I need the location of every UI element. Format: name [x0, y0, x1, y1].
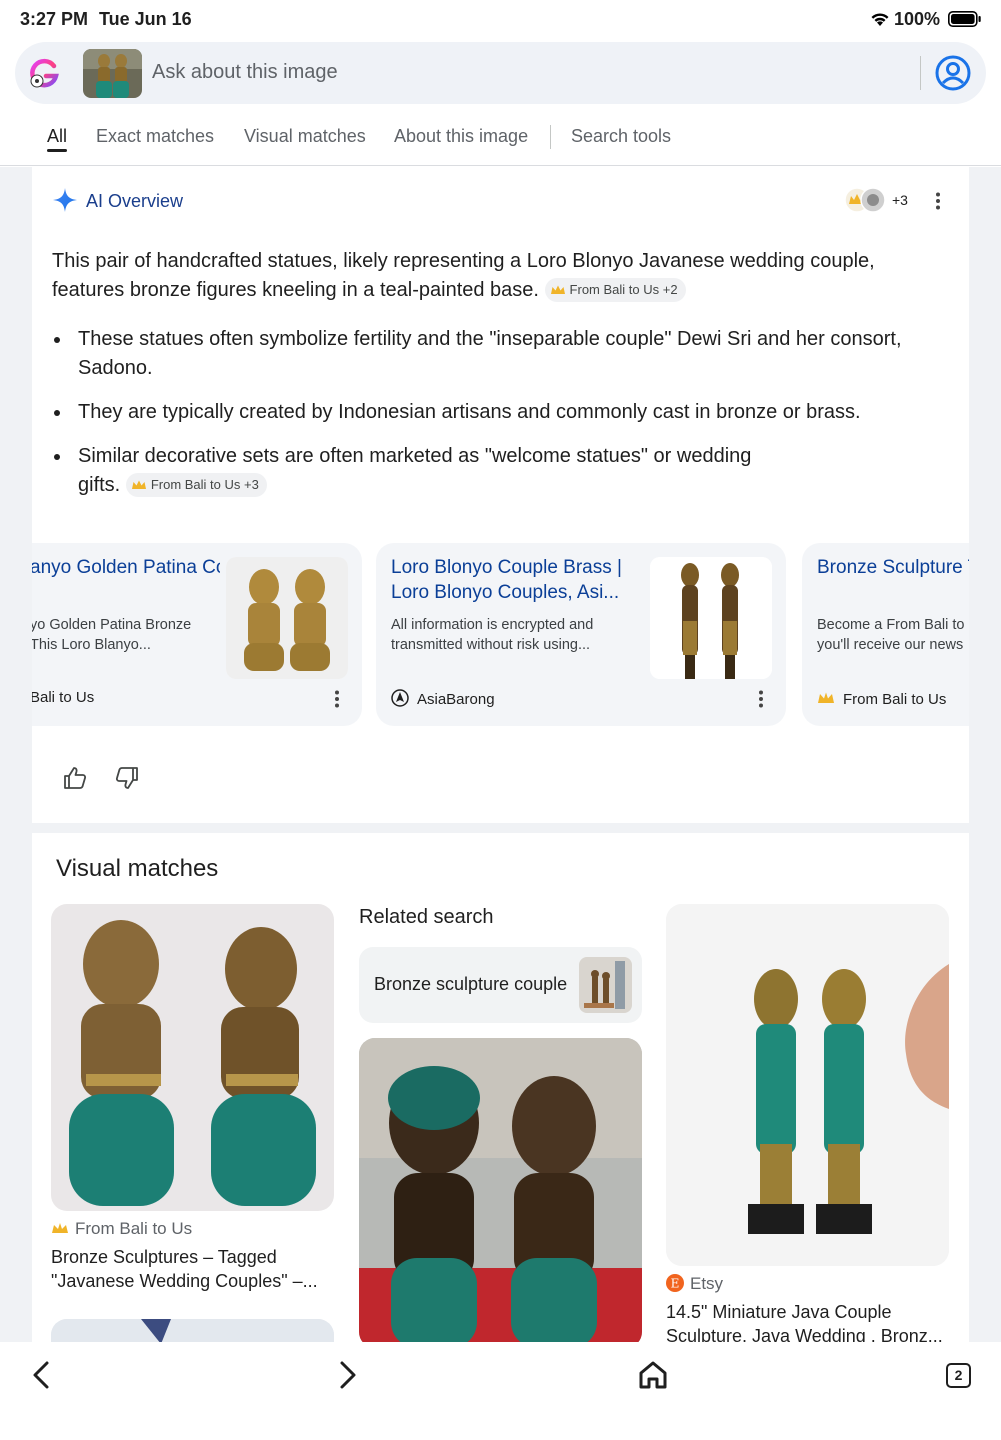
visual-match-source-name: From Bali to Us	[75, 1219, 193, 1238]
bullet-text: They are typically created by Indonesian…	[78, 401, 861, 423]
citation-chip[interactable]: From Bali to Us +2	[544, 278, 686, 302]
source-card-title[interactable]: Loro Blonyo Couple Brass | Loro Blonyo C…	[391, 555, 641, 605]
site-name: From Bali to Us	[843, 691, 947, 708]
search-divider	[920, 56, 921, 90]
status-date: Tue Jun 16	[99, 9, 192, 29]
ai-overview-card: AI Overview +3 This pair of handcrafted …	[32, 167, 969, 823]
visual-matches-section: Visual matches From Bali to Us Bronze Sc…	[32, 833, 969, 1343]
ai-overview-title: AI Overview	[86, 191, 184, 211]
thumbs-down-icon[interactable]	[114, 765, 140, 791]
summary-text: This pair of handcrafted statues, likely…	[52, 250, 875, 301]
battery-percent: 100%	[894, 9, 941, 29]
svg-text:E: E	[671, 1277, 680, 1291]
back-icon[interactable]	[25, 1358, 59, 1392]
tabs-separator	[550, 125, 551, 149]
active-tab-indicator	[47, 149, 67, 152]
ai-overview-more-icon[interactable]	[928, 191, 948, 211]
source-card-image	[650, 557, 772, 679]
source-card-description: yo Golden Patina Bronze This Loro Blanyo…	[32, 617, 192, 653]
search-query-input[interactable]: Ask about this image	[152, 61, 338, 84]
source-avatars-icon	[844, 187, 886, 213]
site-name: Bali to Us	[32, 689, 95, 706]
source-card-description: All information is encrypted and transmi…	[391, 617, 594, 653]
visual-match-source: E Etsy	[666, 1274, 723, 1294]
source-card[interactable]: anyo Golden Patina Couple – From Ba... y…	[32, 543, 362, 726]
crown-icon	[818, 692, 834, 703]
asiabarong-logo-icon	[391, 689, 409, 707]
account-avatar-icon[interactable]	[934, 54, 972, 92]
list-item: These statues often symbolize fertility …	[52, 325, 932, 383]
etsy-logo-icon: E	[666, 1274, 684, 1292]
crown-icon	[131, 480, 146, 489]
related-search-label: Bronze sculpture couple	[374, 974, 568, 994]
battery-icon	[948, 11, 981, 27]
related-search-image	[579, 957, 632, 1013]
citation-chip-label: From Bali to Us +3	[150, 477, 259, 492]
ai-overview-summary: This pair of handcrafted statues, likely…	[52, 247, 932, 305]
visual-match-source: From Bali to Us	[51, 1219, 192, 1239]
source-card[interactable]: Bronze Sculpture Tagged "Javanes Become …	[802, 543, 969, 726]
list-item: Similar decorative sets are often market…	[52, 442, 772, 500]
source-card-title[interactable]: Bronze Sculpture Tagged "Javanes	[817, 555, 969, 580]
tab-visual-matches[interactable]: Visual matches	[244, 126, 366, 147]
ai-sources-stack[interactable]: +3	[844, 187, 914, 213]
sources-more-count: +3	[892, 192, 908, 208]
visual-match-caption[interactable]: 14.5" Miniature Java Couple Sculpture, J…	[666, 1300, 949, 1343]
list-item: They are typically created by Indonesian…	[52, 398, 932, 427]
status-bar: 3:27 PM Tue Jun 16 100%	[0, 0, 1001, 40]
citation-chip[interactable]: From Bali to Us +3	[125, 473, 267, 497]
forward-icon[interactable]	[330, 1358, 364, 1392]
visual-match-caption[interactable]: Bronze Sculptures – Tagged "Javanese Wed…	[51, 1245, 334, 1293]
tab-exact-matches[interactable]: Exact matches	[96, 126, 214, 147]
tab-about-this-image[interactable]: About this image	[394, 126, 528, 147]
source-card[interactable]: Loro Blonyo Couple Brass | Loro Blonyo C…	[376, 543, 786, 726]
bullet-text: These statues often symbolize fertility …	[78, 328, 902, 379]
source-card-site: From Bali to Us	[817, 689, 946, 708]
visual-matches-title: Visual matches	[56, 855, 219, 882]
tabs-count-button[interactable]: 2	[946, 1363, 971, 1388]
wifi-icon	[871, 13, 889, 26]
citation-chip-label: From Bali to Us +2	[569, 282, 678, 297]
source-card-image	[226, 557, 348, 679]
source-card-description: Become a From Bali to you'll receive our…	[817, 617, 965, 653]
visual-match-image[interactable]	[359, 1038, 642, 1343]
result-tabs: All Exact matches Visual matches About t…	[0, 110, 1001, 166]
ai-sparkle-icon	[53, 188, 77, 212]
status-time: 3:27 PM	[20, 9, 89, 29]
google-lens-logo-icon[interactable]	[27, 56, 63, 92]
ai-overview-bullets: These statues often symbolize fertility …	[52, 325, 932, 515]
related-search-title: Related search	[359, 906, 494, 928]
search-bar[interactable]: Ask about this image	[15, 42, 986, 104]
source-card-more-icon[interactable]	[327, 689, 347, 709]
thumbs-up-icon[interactable]	[62, 765, 88, 791]
visual-match-source-name: Etsy	[690, 1274, 724, 1293]
source-card-site: AsiaBarong	[391, 689, 495, 708]
visual-match-image[interactable]	[666, 904, 949, 1266]
visual-match-image[interactable]	[51, 904, 334, 1211]
source-card-title[interactable]: anyo Golden Patina Couple – From Ba...	[32, 555, 220, 580]
home-icon[interactable]	[636, 1358, 670, 1392]
query-image-thumbnail[interactable]	[83, 49, 142, 98]
site-name: AsiaBarong	[417, 691, 495, 708]
source-card-site: Bali to Us	[32, 689, 94, 706]
tab-search-tools[interactable]: Search tools	[571, 126, 671, 147]
source-card-more-icon[interactable]	[751, 689, 771, 709]
crown-icon	[52, 1223, 68, 1233]
bottom-navigation: 2	[0, 1342, 1001, 1440]
tab-all[interactable]: All	[47, 126, 67, 147]
crown-icon	[550, 285, 565, 294]
related-search-chip[interactable]: Bronze sculpture couple	[359, 947, 642, 1023]
visual-match-image[interactable]	[51, 1319, 334, 1343]
